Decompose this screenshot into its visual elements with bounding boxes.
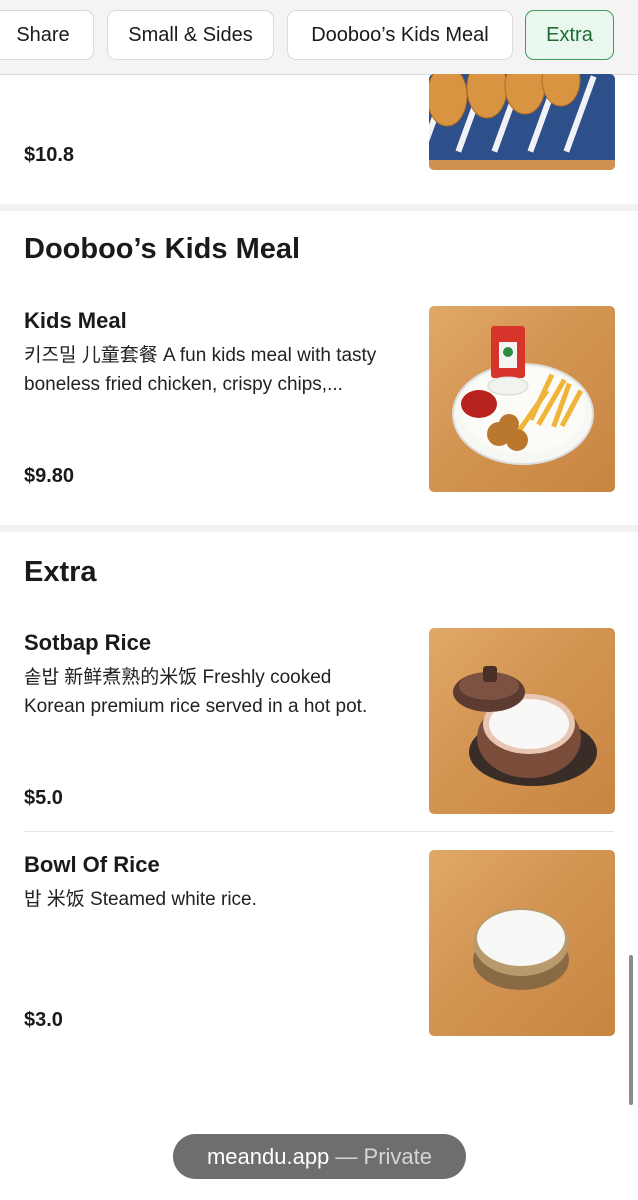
page-scrollbar[interactable] (629, 955, 633, 1105)
url-domain: meandu.app (206, 1144, 330, 1169)
item-description: 솥밥 新鲜煮熟的米饭 Freshly cooked Korean premium… (24, 663, 414, 721)
section-divider (0, 204, 638, 211)
item-description-line: Korean premium rice served in a hot pot. (24, 696, 368, 717)
section-divider (0, 525, 638, 532)
sotbap-rice-image (429, 628, 615, 814)
item-name: Bowl Of Rice (24, 852, 160, 877)
section-title-extra: Extra (24, 556, 97, 588)
browser-url-pill[interactable]: meandu.app — Private (173, 1134, 466, 1179)
item-description-line: boneless fried chicken, crispy chips,... (24, 374, 343, 395)
item-price: $3.0 (24, 1009, 63, 1031)
item-price: $10.8 (24, 144, 75, 166)
item-price: $5.0 (24, 787, 63, 809)
tab-extra[interactable]: Extra (525, 10, 614, 60)
item-name: Sotbap Rice (24, 630, 152, 655)
tab-kids-meal[interactable]: Dooboo’s Kids Meal (287, 10, 513, 60)
item-description-line: 솥밥 新鲜煮熟的米饭 Freshly cooked (24, 667, 332, 688)
tab-share[interactable]: Share (0, 10, 94, 60)
dumpling-plate-icon (429, 74, 615, 170)
rice-bowl-icon (473, 908, 569, 990)
section-title-kids-meal: Dooboo’s Kids Meal (24, 233, 301, 265)
item-name: Kids Meal (24, 308, 127, 333)
item-description-line: 키즈밀 儿童套餐 A fun kids meal with tasty (24, 345, 377, 366)
kids-meal-plate-icon (452, 326, 594, 465)
category-tab-bar: Share Small & Sides Dooboo’s Kids Meal E… (0, 0, 638, 75)
item-price: $9.80 (24, 465, 75, 487)
item-separator (24, 831, 614, 832)
item-description-line: 밥 米饭 Steamed white rice. (24, 889, 257, 910)
bowl-of-rice-image (429, 850, 615, 1036)
rice-hot-pot-icon (453, 666, 597, 786)
url-separator: — (329, 1144, 364, 1169)
url-private-mode: Private (363, 1144, 433, 1169)
item-description: 키즈밀 儿童套餐 A fun kids meal with tasty bone… (24, 341, 414, 399)
tab-small-sides[interactable]: Small & Sides (107, 10, 274, 60)
kids-meal-image (429, 306, 615, 492)
item-description: 밥 米饭 Steamed white rice. (24, 885, 414, 914)
dumpling-image (429, 74, 615, 170)
